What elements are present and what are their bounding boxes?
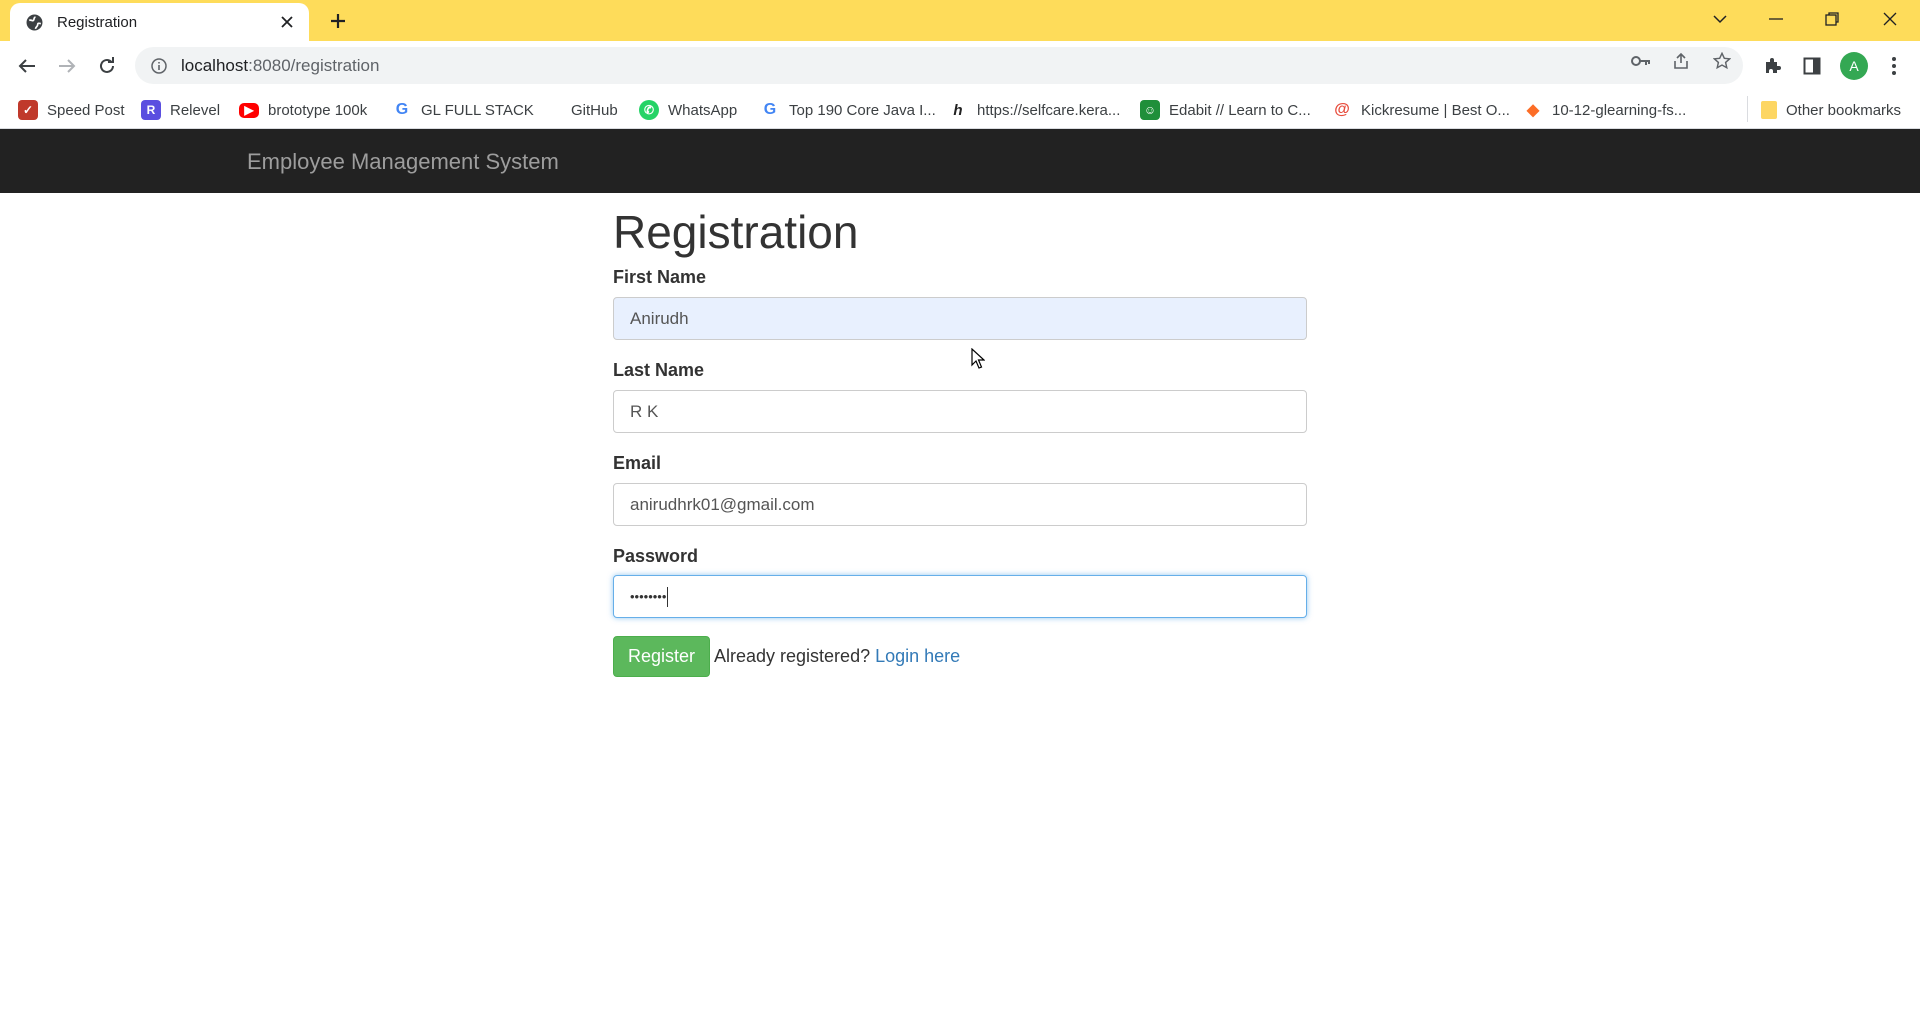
bookmark-edabit[interactable]: ☺ Edabit // Learn to C... [1140,99,1311,121]
new-tab-button[interactable] [325,8,351,34]
tab-title: Registration [57,13,138,31]
profile-avatar[interactable]: A [1840,52,1868,80]
bookmark-core-java[interactable]: G Top 190 Core Java I... [760,99,936,121]
bookmark-speed-post[interactable]: ✓ Speed Post [18,99,125,121]
back-icon[interactable] [11,50,43,82]
youtube-icon: ▶ [239,102,259,118]
minimize-icon[interactable] [1748,0,1804,38]
bookmarks-bar: ✓ Speed Post R Relevel ▶ brototype 100k … [0,91,1920,129]
first-name-value: Anirudh [630,308,689,328]
key-icon[interactable] [1630,50,1652,72]
last-name-label: Last Name [613,360,705,380]
bookmark-relevel[interactable]: R Relevel [141,99,220,121]
bookmark-label: Speed Post [47,101,125,119]
close-tab-icon[interactable] [277,12,297,32]
tab-strip: Registration [0,0,1920,41]
bookmark-label: GitHub [571,101,618,119]
first-name-input[interactable]: Anirudh [613,297,1307,340]
reload-icon[interactable] [91,50,123,82]
bookmark-whatsapp[interactable]: ✆ WhatsApp [639,99,737,121]
edabit-icon: ☺ [1140,100,1160,120]
text-caret [667,586,669,607]
last-name-input[interactable]: R K [613,390,1307,433]
folder-icon [1761,101,1777,119]
last-name-value: R K [630,401,659,421]
address-bar[interactable]: localhost:8080/registration [135,47,1743,84]
menu-icon[interactable] [1882,54,1906,78]
bookmark-github[interactable]: GitHub [571,99,618,121]
bookmark-brototype[interactable]: ▶ brototype 100k [239,99,367,121]
other-bookmarks[interactable]: Other bookmarks [1761,99,1901,121]
globe-icon [25,13,43,31]
site-info-icon[interactable] [149,56,169,76]
browser-toolbar: localhost:8080/registration A [0,41,1920,91]
bookmark-label: Relevel [170,101,221,119]
email-label: Email [613,453,662,473]
mouse-cursor-icon [971,348,985,369]
already-registered-label: Already registered? [714,646,876,666]
bookmark-gl-full-stack[interactable]: G GL FULL STACK [392,99,534,121]
password-input[interactable]: •••••••• [613,575,1307,618]
login-link[interactable]: Login here [875,646,960,666]
password-value: •••••••• [630,589,667,604]
tab-search-icon[interactable] [1692,0,1748,38]
bookmark-label: WhatsApp [668,101,738,119]
forward-icon[interactable] [51,50,83,82]
bookmark-label: GL FULL STACK [421,101,534,119]
selfcare-icon: h [953,101,963,119]
first-name-label: First Name [613,267,707,287]
gitlab-icon: ◆ [1526,102,1540,119]
bookmark-label: Other bookmarks [1786,101,1902,119]
email-value: anirudhrk01@gmail.com [630,494,815,514]
register-button[interactable]: Register [613,636,710,677]
bookmark-label: Kickresume | Best O... [1361,101,1510,119]
bookmark-label: https://selfcare.kera... [977,101,1121,119]
brand-link[interactable]: Employee Management System [247,149,559,175]
page-title: Registration [613,206,859,258]
side-panel-icon[interactable] [1800,54,1824,78]
bookmark-kickresume[interactable]: @ Kickresume | Best O... [1332,99,1510,121]
share-icon[interactable] [1670,50,1692,72]
kickresume-icon: @ [1334,101,1350,118]
speed-post-icon: ✓ [18,100,38,120]
tab-registration[interactable]: Registration [10,3,309,41]
password-label: Password [613,546,699,566]
close-window-icon[interactable] [1862,0,1918,38]
bookmark-label: Edabit // Learn to C... [1169,101,1311,119]
extensions-icon[interactable] [1760,54,1784,78]
bookmark-label: 10-12-glearning-fs... [1552,101,1687,119]
url-text: localhost:8080/registration [181,55,380,75]
google-icon: G [763,101,777,118]
google-icon: G [395,101,409,118]
bookmark-selfcare[interactable]: h https://selfcare.kera... [948,99,1120,121]
bookmarks-divider [1747,96,1748,122]
relevel-icon: R [141,100,161,120]
whatsapp-icon: ✆ [639,100,659,120]
bookmark-glearning[interactable]: ◆ 10-12-glearning-fs... [1523,99,1686,121]
bookmark-label: brototype 100k [268,101,368,119]
navbar: Employee Management System [0,129,1920,193]
already-registered-text: Already registered? Login here [714,646,960,667]
restore-icon[interactable] [1804,0,1860,38]
bookmark-label: Top 190 Core Java I... [789,101,936,119]
star-icon[interactable] [1711,50,1733,72]
email-input[interactable]: anirudhrk01@gmail.com [613,483,1307,526]
